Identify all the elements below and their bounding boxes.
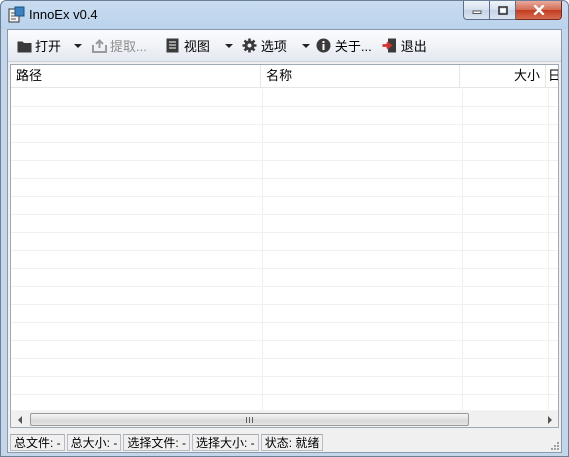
view-label: 视图: [183, 39, 210, 54]
options-label: 选项: [260, 39, 287, 54]
toolbar: 打开 提取... 视图 选项 关于... 退出: [8, 30, 561, 62]
column-divider: [462, 89, 463, 411]
list-body[interactable]: [11, 89, 558, 411]
scrollbar-thumb[interactable]: [30, 413, 469, 426]
status-selected-files: 选择文件: -: [123, 433, 191, 451]
exit-label: 退出: [400, 39, 427, 54]
window-title: InnoEx v0.4: [29, 7, 98, 22]
close-icon: [533, 5, 544, 15]
title-bar[interactable]: InnoEx v0.4: [1, 1, 568, 29]
options-dropdown-arrow[interactable]: [301, 34, 311, 58]
horizontal-scrollbar[interactable]: [11, 410, 558, 427]
open-button[interactable]: 打开: [13, 34, 64, 58]
column-header-date[interactable]: 日: [546, 65, 558, 88]
app-window: InnoEx v0.4 打开 提取... 视图 选项 关于... 退出 路径 名…: [0, 0, 569, 457]
status-selected-size: 选择大小: -: [192, 433, 259, 451]
client-area: 打开 提取... 视图 选项 关于... 退出 路径 名称 大小 总文件: - …: [7, 29, 562, 453]
about-label: 关于...: [334, 39, 372, 54]
folder-icon: [16, 38, 32, 54]
view-button[interactable]: 视图: [162, 34, 213, 58]
about-button[interactable]: 关于...: [313, 34, 375, 58]
column-header-size[interactable]: 大小: [460, 65, 547, 88]
scroll-left-arrow-icon[interactable]: [11, 411, 28, 427]
maximize-button[interactable]: [490, 1, 516, 20]
view-dropdown-arrow[interactable]: [224, 34, 234, 58]
caption-buttons: [463, 1, 562, 21]
resize-grip-icon[interactable]: [548, 439, 560, 451]
grip-icon: [246, 416, 253, 423]
file-list[interactable]: 路径 名称 大小 日: [10, 64, 559, 428]
status-state: 状态: 就绪: [260, 433, 324, 451]
status-bar: 总文件: - 总大小: - 选择文件: - 选择大小: - 状态: 就绪: [8, 432, 561, 452]
open-label: 打开: [35, 39, 62, 54]
column-header-path[interactable]: 路径: [11, 65, 262, 88]
export-icon: [91, 38, 107, 54]
maximize-icon: [497, 5, 508, 15]
extract-label: 提取...: [110, 39, 147, 54]
close-button[interactable]: [516, 1, 562, 20]
document-icon: [165, 38, 181, 54]
column-header-name[interactable]: 名称: [261, 65, 461, 88]
gear-icon: [242, 38, 258, 54]
status-total-size: 总大小: -: [66, 433, 122, 451]
open-dropdown-arrow[interactable]: [73, 34, 83, 58]
scroll-right-arrow-icon[interactable]: [541, 411, 558, 427]
exit-button[interactable]: 退出: [379, 34, 430, 58]
status-total-files: 总文件: -: [10, 433, 65, 451]
info-icon: [316, 38, 332, 54]
exit-door-icon: [382, 38, 398, 54]
extract-button[interactable]: 提取...: [88, 34, 150, 58]
column-divider: [548, 89, 549, 411]
minimize-button[interactable]: [463, 1, 490, 20]
minimize-icon: [472, 10, 481, 14]
list-header: 路径 名称 大小 日: [11, 65, 558, 88]
column-divider: [262, 89, 263, 411]
app-icon: [8, 6, 25, 23]
options-button[interactable]: 选项: [239, 34, 290, 58]
